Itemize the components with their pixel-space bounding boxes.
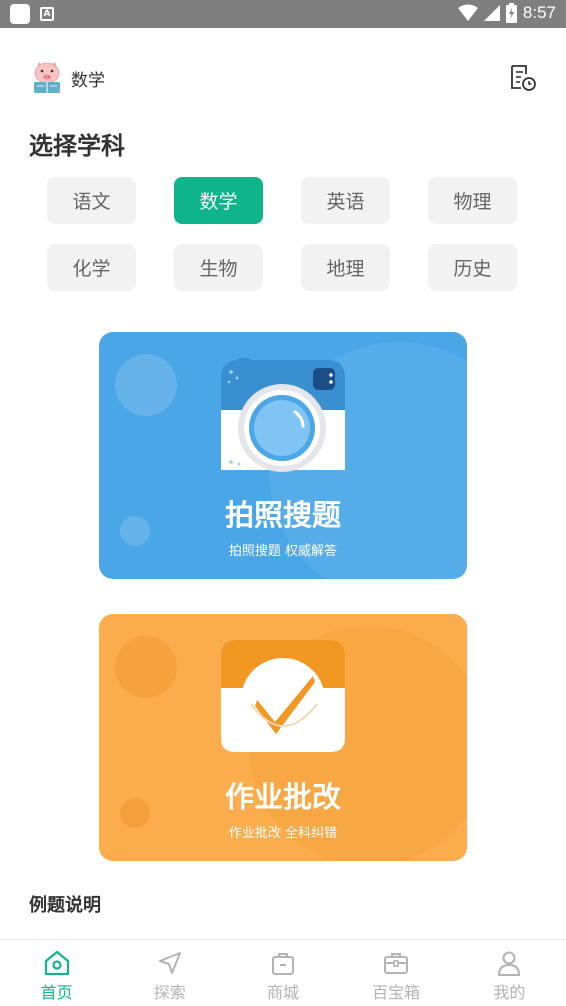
- nav-shop-label: 商城: [266, 983, 299, 1002]
- wifi-icon: [457, 4, 478, 21]
- subject-math-button[interactable]: 数学: [174, 177, 263, 224]
- subject-biology-button[interactable]: 生物: [174, 244, 263, 291]
- home-icon: [44, 950, 69, 976]
- nav-toolbox-label: 百宝箱: [372, 983, 421, 1002]
- photo-search-title: 拍照搜题: [224, 498, 341, 532]
- subject-history-button[interactable]: 历史: [428, 244, 517, 291]
- subject-chemistry-button[interactable]: 化学: [47, 244, 136, 291]
- nav-explore-label: 探索: [153, 983, 186, 1002]
- explore-icon: [158, 952, 181, 974]
- subject-geography-button[interactable]: 地理: [301, 244, 390, 291]
- nav-profile[interactable]: 我的: [453, 940, 566, 1006]
- photo-search-subtitle: 拍照搜题 权威解答: [228, 544, 338, 559]
- signal-icon: [483, 5, 500, 21]
- pig-avatar-icon[interactable]: [30, 60, 64, 94]
- homework-check-title: 作业批改: [224, 780, 341, 814]
- nav-toolbox[interactable]: 百宝箱: [340, 940, 453, 1006]
- checkmark-icon: [221, 638, 345, 756]
- battery-icon: [505, 3, 517, 23]
- examples-title: 例题说明: [29, 895, 101, 916]
- history-icon[interactable]: [508, 64, 538, 92]
- homework-check-card[interactable]: 作业批改 作业批改 全科纠错: [99, 614, 467, 861]
- decorative-circle: [115, 636, 177, 698]
- profile-icon: [498, 951, 521, 976]
- section-title: 选择学科: [29, 132, 125, 160]
- bottom-nav: 首页 探索 商城 百宝箱 我的: [0, 939, 566, 1006]
- font-notification-icon: A: [40, 7, 54, 21]
- subject-chinese-button[interactable]: 语文: [47, 177, 136, 224]
- nav-shop[interactable]: 商城: [226, 940, 339, 1006]
- status-time: 8:57: [522, 3, 556, 22]
- status-bar: A 8:57: [0, 0, 566, 28]
- nav-home-label: 首页: [40, 983, 73, 1002]
- nav-home[interactable]: 首页: [0, 940, 113, 1006]
- subject-english-button[interactable]: 英语: [301, 177, 390, 224]
- nav-profile-label: 我的: [493, 983, 526, 1002]
- current-subject[interactable]: 数学: [71, 66, 105, 91]
- camera-icon: [221, 356, 345, 474]
- shop-icon: [271, 953, 294, 975]
- subject-grid: 语文 数学 英语 物理 化学 生物 地理 历史: [47, 177, 519, 291]
- photo-search-card[interactable]: 拍照搜题 拍照搜题 权威解答: [99, 332, 467, 579]
- notification-icon: [10, 4, 30, 24]
- decorative-circle: [115, 354, 177, 416]
- homework-check-subtitle: 作业批改 全科纠错: [228, 826, 338, 841]
- subject-physics-button[interactable]: 物理: [428, 177, 517, 224]
- toolbox-icon: [384, 953, 409, 974]
- nav-explore[interactable]: 探索: [113, 940, 226, 1006]
